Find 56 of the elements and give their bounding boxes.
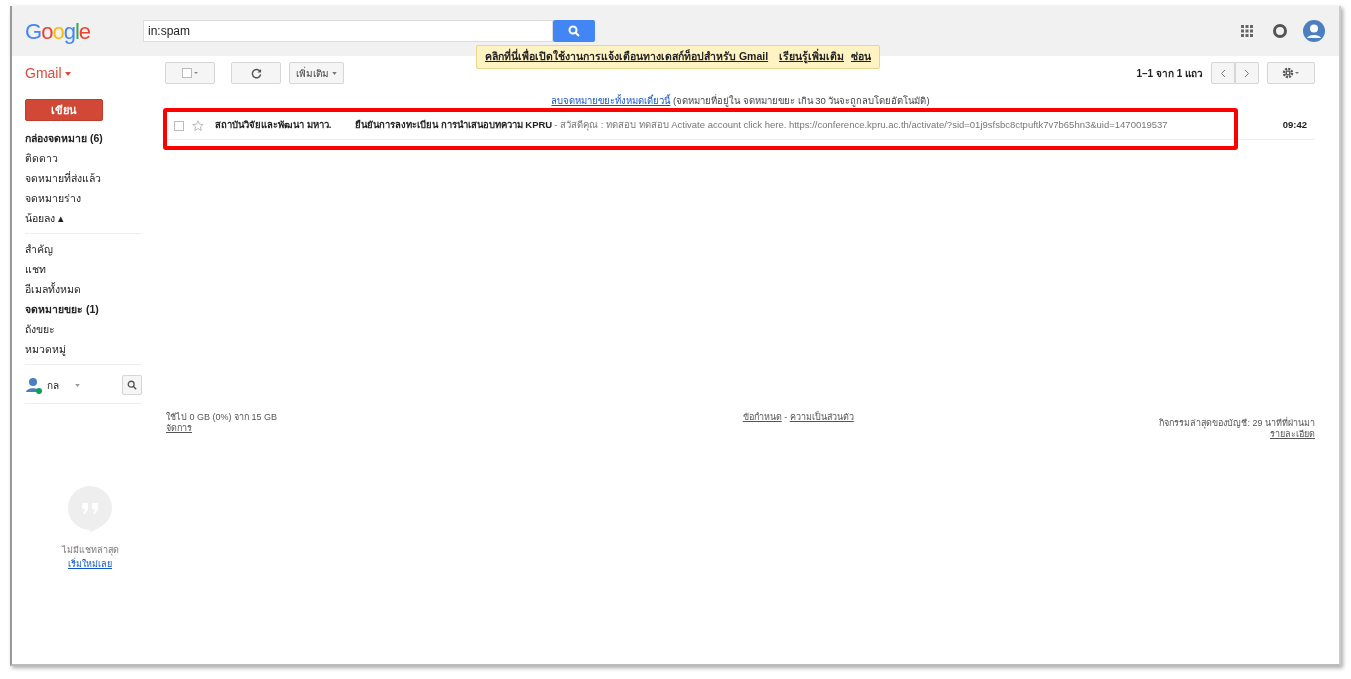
sidebar-item[interactable]: สำคัญ [25,240,142,260]
checkbox[interactable] [174,120,184,131]
hangouts-search-button[interactable] [122,375,142,395]
user-avatar-icon [25,376,43,394]
manage-link[interactable]: จัดการ [166,423,192,435]
app-switcher[interactable]: Gmail [25,62,165,84]
sidebar-item[interactable]: กล่องจดหมาย (6) [25,129,142,149]
sidebar-item[interactable]: ถังขยะ [25,320,142,340]
storage-text: ใช้ไป 0 GB (0%) จาก 15 GB [166,412,278,424]
refresh-button[interactable] [231,62,281,84]
star-icon[interactable] [192,119,204,132]
separator-text: - [784,412,788,422]
sidebar-item[interactable]: จดหมายร่าง [25,189,142,209]
search-icon [127,380,137,390]
search-button[interactable] [553,20,595,42]
google-logo[interactable]: Google [25,14,143,48]
sidebar-item[interactable]: อีเมลทั้งหมด [25,280,142,300]
learn-more-link[interactable]: เรียนรู้เพิ่มเติม [779,50,845,62]
notification-link[interactable]: คลิกที่นี่เพื่อเปิดใช้งานการแจ้งเตือนทางเดสก์ท็อปสำหรับ Gmail [485,50,769,62]
time-text: 09:42 [1282,118,1307,133]
no-chats-text: ไม่มีแชทล่าสุด [61,544,119,558]
sender-text: สถาบันวิจัยและพัฒนา มหาว. [215,118,333,133]
notifications-icon[interactable] [1273,24,1287,38]
sidebar-item[interactable]: จดหมายที่ส่งแล้ว [25,169,142,189]
checkbox-caret-icon [182,68,198,78]
avatar-icon[interactable] [1303,20,1325,42]
apps-icon[interactable] [1241,25,1253,37]
search-icon [568,25,580,37]
delete-all-spam-link[interactable]: ลบจดหมายขยะทั้งหมดเดี๋ยวนี้ [551,95,671,106]
sidebar-item[interactable]: แชท [25,260,142,280]
settings-button[interactable] [1267,62,1315,84]
subject-text: ยืนยันการลงทะเบียน การนำเสนอบทความ KPRU [355,118,553,133]
privacy-link[interactable]: ความเป็นส่วนตัว [789,412,854,422]
settings-icon [1282,67,1300,79]
start-chat-link[interactable]: เริ่มใหม่เลย [68,557,112,571]
compose-button[interactable]: เขียน [25,99,103,121]
caret-icon [332,71,337,75]
spam-note: (จดหมายที่อยู่ใน จดหมายขยะ เกิน 30 วันจะถูกลบโดยอัตโนมัติ) [673,95,930,106]
caret-icon [65,71,72,76]
sidebar-item[interactable]: น้อยลง ▴ [25,209,142,229]
sidebar-item[interactable]: หมวดหมู่ [25,340,142,360]
details-link[interactable]: รายละเอียด [1270,429,1315,441]
more-button[interactable]: เพิ่มเติม [289,62,344,84]
hide-link[interactable]: ซ่อน [850,50,871,62]
chevron-right-icon [1244,68,1250,78]
sidebar-item[interactable]: ติดดาว [25,149,142,169]
refresh-icon [250,67,262,79]
sidebar-item[interactable]: จดหมายขยะ (1) [25,300,142,320]
snippet-text: - สวัสดีคุณ : ทดสอบ ทดสอบ Activate account click here. https://conference.kpru.ac.th/activate/?sid=01j9sfsbc8ctpuftk7v7b65hn3&uid=1470019537 [554,118,1168,133]
caret-icon[interactable] [75,383,80,387]
hangouts-user[interactable]: กล [47,377,59,393]
pagination-text: 1–1 จาก 1 แถว [1136,66,1203,81]
terms-link[interactable]: ข้อกำหนด [742,412,782,422]
chevron-left-icon [1220,68,1226,78]
last-activity-text: กิจกรรมล่าสุดของบัญชี: 29 นาทีที่ผ่านมา [1159,418,1315,429]
search-field[interactable]: in:spam [143,20,553,42]
